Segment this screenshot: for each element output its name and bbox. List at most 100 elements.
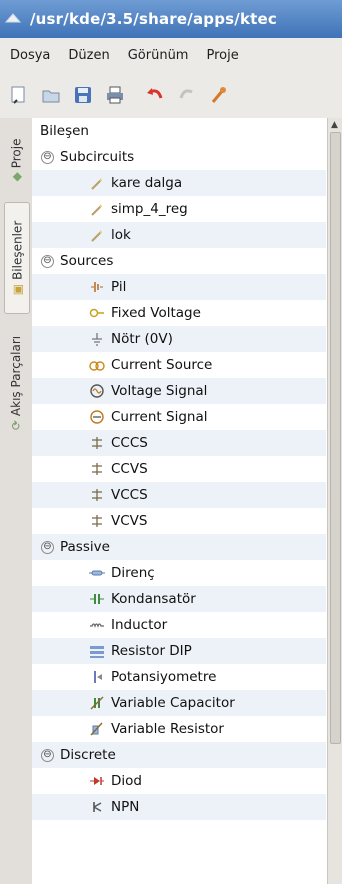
dependent-source-icon: [88, 513, 106, 529]
menu-duzen[interactable]: Düzen: [68, 48, 109, 63]
item-label: NPN: [111, 799, 140, 815]
list-item[interactable]: kare dalga: [32, 170, 326, 196]
scrollbar-thumb[interactable]: [330, 132, 341, 744]
components-panel: Bileşen ⊖ Subcircuits kare dalga simp_4_…: [32, 118, 342, 884]
tab-akis-label: Akış Parçaları: [9, 335, 23, 417]
voltage-signal-icon: [88, 383, 106, 399]
toolbar: [0, 72, 342, 119]
diode-icon: [88, 773, 106, 789]
collapse-icon[interactable]: ⊖: [41, 748, 54, 762]
tab-proje-label: Proje: [9, 138, 23, 169]
item-label: Diod: [111, 773, 142, 789]
item-label: Potansiyometre: [111, 669, 217, 685]
collapse-icon[interactable]: ⊖: [41, 150, 54, 164]
print-icon[interactable]: [102, 82, 128, 108]
tab-proje[interactable]: ◆ Proje: [4, 124, 28, 196]
new-icon[interactable]: [6, 82, 32, 108]
subcircuit-icon: [88, 227, 106, 243]
category-label: Passive: [60, 539, 110, 555]
list-item[interactable]: Direnç: [32, 560, 326, 586]
list-item[interactable]: Potansiyometre: [32, 664, 326, 690]
item-label: Kondansatör: [111, 591, 196, 607]
inductor-icon: [88, 617, 106, 633]
list-item[interactable]: NPN: [32, 794, 326, 820]
menu-gorunum[interactable]: Görünüm: [128, 48, 189, 63]
collapse-icon[interactable]: ⊖: [41, 254, 54, 268]
item-label: Nötr (0V): [111, 331, 173, 347]
side-tab-bar: ◆ Proje ▣ Bileşenler ⟳ Akış Parçaları: [0, 118, 33, 884]
category-label: Discrete: [60, 747, 116, 763]
list-item[interactable]: VCCS: [32, 482, 326, 508]
item-label: VCVS: [111, 513, 148, 529]
current-source-icon: [88, 357, 106, 373]
item-label: CCVS: [111, 461, 148, 477]
project-icon: ◆: [9, 172, 23, 182]
fixed-voltage-icon: [88, 305, 106, 321]
item-label: kare dalga: [111, 175, 183, 191]
flow-parts-icon: ⟳: [9, 420, 23, 431]
variable-resistor-icon: [88, 721, 106, 737]
list-item[interactable]: lok: [32, 222, 326, 248]
tree-header[interactable]: Bileşen: [32, 118, 326, 144]
battery-icon: [88, 279, 106, 295]
dependent-source-icon: [88, 461, 106, 477]
item-label: Variable Resistor: [111, 721, 224, 737]
list-item[interactable]: Pil: [32, 274, 326, 300]
menu-dosya[interactable]: Dosya: [10, 48, 50, 63]
item-label: Current Signal: [111, 409, 208, 425]
item-label: Current Source: [111, 357, 213, 373]
category-subcircuits[interactable]: ⊖ Subcircuits: [32, 144, 326, 170]
item-label: Fixed Voltage: [111, 305, 201, 321]
item-label: Inductor: [111, 617, 168, 633]
dependent-source-icon: [88, 487, 106, 503]
components-icon: ▣: [10, 283, 24, 296]
list-item[interactable]: Current Source: [32, 352, 326, 378]
category-discrete[interactable]: ⊖ Discrete: [32, 742, 326, 768]
cut-icon[interactable]: [206, 82, 232, 108]
component-tree[interactable]: Bileşen ⊖ Subcircuits kare dalga simp_4_…: [32, 118, 326, 884]
dependent-source-icon: [88, 435, 106, 451]
collapse-icon[interactable]: ⊖: [41, 540, 54, 554]
list-item[interactable]: CCVS: [32, 456, 326, 482]
category-label: Sources: [60, 253, 114, 269]
category-label: Subcircuits: [60, 149, 135, 165]
list-item[interactable]: Diod: [32, 768, 326, 794]
potentiometer-icon: [88, 669, 106, 685]
list-item[interactable]: Fixed Voltage: [32, 300, 326, 326]
resistor-icon: [88, 565, 106, 581]
list-item[interactable]: Current Signal: [32, 404, 326, 430]
list-item[interactable]: Kondansatör: [32, 586, 326, 612]
list-item[interactable]: Resistor DIP: [32, 638, 326, 664]
list-item[interactable]: Inductor: [32, 612, 326, 638]
item-label: Voltage Signal: [111, 383, 208, 399]
title-bar[interactable]: /usr/kde/3.5/share/apps/ktec: [0, 0, 342, 38]
resistor-dip-icon: [88, 643, 106, 659]
menu-proje[interactable]: Proje: [206, 48, 238, 63]
npn-icon: [88, 799, 106, 815]
undo-icon[interactable]: [142, 82, 168, 108]
tab-bilesenler-label: Bileşenler: [10, 220, 24, 280]
list-item[interactable]: CCCS: [32, 430, 326, 456]
item-label: CCCS: [111, 435, 148, 451]
menu-bar: Dosya Düzen Görünüm Proje: [0, 38, 342, 72]
open-icon[interactable]: [38, 82, 64, 108]
list-item[interactable]: VCVS: [32, 508, 326, 534]
list-item[interactable]: Voltage Signal: [32, 378, 326, 404]
item-label: VCCS: [111, 487, 148, 503]
category-passive[interactable]: ⊖ Passive: [32, 534, 326, 560]
list-item[interactable]: Nötr (0V): [32, 326, 326, 352]
list-item[interactable]: Variable Resistor: [32, 716, 326, 742]
tab-bilesenler[interactable]: ▣ Bileşenler: [4, 202, 30, 314]
item-label: Variable Capacitor: [111, 695, 235, 711]
vertical-scrollbar[interactable]: ▲: [327, 118, 342, 884]
category-sources[interactable]: ⊖ Sources: [32, 248, 326, 274]
list-item[interactable]: Variable Capacitor: [32, 690, 326, 716]
tab-akis-parcalari[interactable]: ⟳ Akış Parçaları: [4, 318, 28, 448]
list-item[interactable]: simp_4_reg: [32, 196, 326, 222]
subcircuit-icon: [88, 201, 106, 217]
save-icon[interactable]: [70, 82, 96, 108]
scroll-up-icon[interactable]: ▲: [331, 120, 338, 130]
variable-capacitor-icon: [88, 695, 106, 711]
redo-icon[interactable]: [174, 82, 200, 108]
ground-icon: [88, 331, 106, 347]
